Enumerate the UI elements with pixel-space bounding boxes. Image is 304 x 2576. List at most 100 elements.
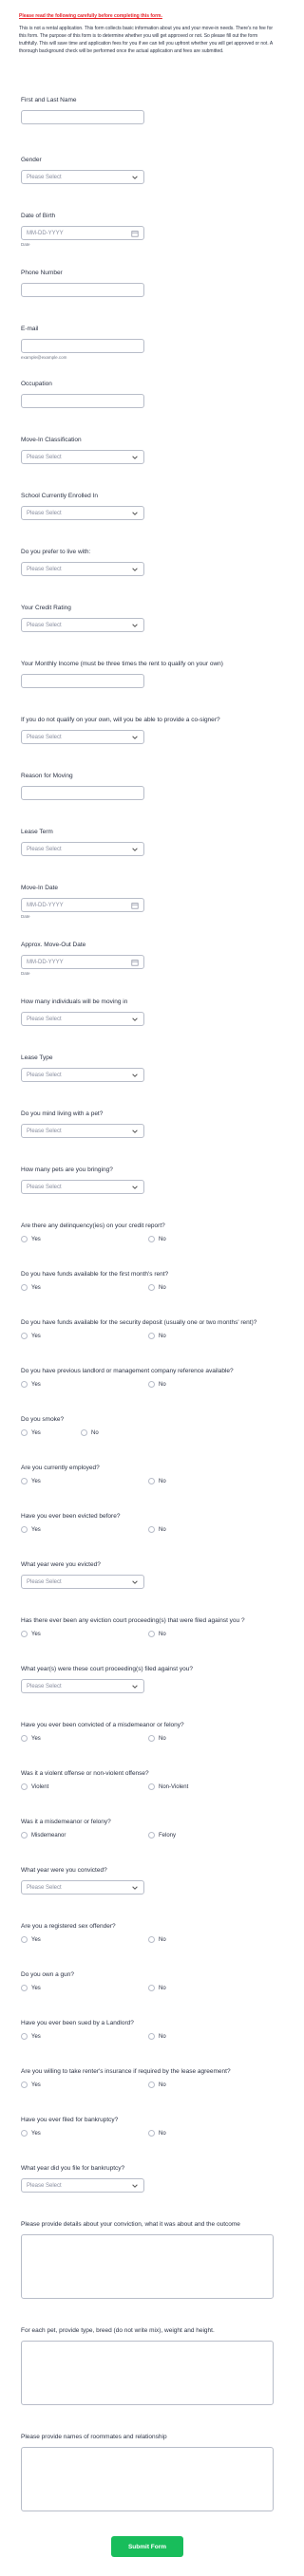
sued-yes[interactable]: Yes xyxy=(21,2033,148,2040)
email-input[interactable] xyxy=(21,339,144,353)
occupation-input[interactable] xyxy=(21,394,144,408)
radio-circle[interactable] xyxy=(148,2033,155,2040)
radio-circle[interactable] xyxy=(148,2081,155,2088)
radio-circle[interactable] xyxy=(21,1333,28,1339)
delinquency-no[interactable]: No xyxy=(148,1236,166,1242)
radio-circle[interactable] xyxy=(148,1381,155,1388)
move-in-date-input[interactable]: MM-DD-YYYY xyxy=(21,898,144,912)
gun-no[interactable]: No xyxy=(148,1985,166,1991)
radio-circle[interactable] xyxy=(148,1832,155,1839)
violent-option[interactable]: Violent xyxy=(21,1783,148,1790)
eviction-court-no[interactable]: No xyxy=(148,1631,166,1637)
radio-circle[interactable] xyxy=(148,1735,155,1742)
lease-term-select[interactable]: Please Select xyxy=(21,842,144,856)
radio-circle[interactable] xyxy=(148,1284,155,1291)
radio-circle[interactable] xyxy=(21,1936,28,1943)
income-input[interactable] xyxy=(21,674,144,688)
radio-circle[interactable] xyxy=(21,1783,28,1790)
live-with-select[interactable]: Please Select xyxy=(21,562,144,576)
occupation-label: Occupation xyxy=(21,381,52,387)
credit-select[interactable]: Please Select xyxy=(21,618,144,632)
convicted-no[interactable]: No xyxy=(148,1735,166,1742)
gun-yes[interactable]: Yes xyxy=(21,1985,148,1991)
cosigner-select[interactable]: Please Select xyxy=(21,730,144,744)
move-out-date-placeholder: MM-DD-YYYY xyxy=(27,959,64,965)
submit-button[interactable]: Submit Form xyxy=(111,2536,183,2557)
bankruptcy-yes[interactable]: Yes xyxy=(21,2130,148,2137)
reason-input[interactable] xyxy=(21,786,144,800)
radio-circle[interactable] xyxy=(21,2081,28,2088)
insurance-no[interactable]: No xyxy=(148,2081,166,2088)
radio-circle[interactable] xyxy=(21,1832,28,1839)
convicted-year-select[interactable]: Please Select xyxy=(21,1880,144,1895)
option-label: No xyxy=(159,1478,166,1484)
radio-circle[interactable] xyxy=(148,1631,155,1637)
radio-circle[interactable] xyxy=(21,1735,28,1742)
radio-circle[interactable] xyxy=(148,1936,155,1943)
pet-details-textarea[interactable] xyxy=(21,2341,274,2405)
radio-circle[interactable] xyxy=(21,2130,28,2137)
smoke-no[interactable]: No xyxy=(81,1429,99,1436)
evicted-yes[interactable]: Yes xyxy=(21,1526,148,1533)
evicted-year-select[interactable]: Please Select xyxy=(21,1575,144,1589)
option-label: Misdemeanor xyxy=(31,1832,66,1839)
radio-circle[interactable] xyxy=(148,1478,155,1484)
mind-pet-select[interactable]: Please Select xyxy=(21,1124,144,1138)
dob-input[interactable]: MM-DD-YYYY xyxy=(21,226,144,240)
gender-select[interactable]: Please Select xyxy=(21,170,144,184)
funds-deposit-no[interactable]: No xyxy=(148,1333,166,1339)
bankruptcy-no[interactable]: No xyxy=(148,2130,166,2137)
funds-deposit-yes[interactable]: Yes xyxy=(21,1333,148,1339)
evicted-no[interactable]: No xyxy=(148,1526,166,1533)
conviction-details-textarea[interactable] xyxy=(21,2234,274,2299)
name-input[interactable] xyxy=(21,110,144,124)
non-violent-option[interactable]: Non-Violent xyxy=(148,1783,188,1790)
roommates-textarea[interactable] xyxy=(21,2447,274,2511)
radio-circle[interactable] xyxy=(21,1236,28,1242)
sex-offender-yes[interactable]: Yes xyxy=(21,1936,148,1943)
funds-first-yes[interactable]: Yes xyxy=(21,1284,148,1291)
school-select[interactable]: Please Select xyxy=(21,506,144,520)
sex-offender-no[interactable]: No xyxy=(148,1936,166,1943)
calendar-icon[interactable] xyxy=(131,230,139,237)
radio-circle[interactable] xyxy=(21,1284,28,1291)
employed-no[interactable]: No xyxy=(148,1478,166,1484)
bankruptcy-year-select[interactable]: Please Select xyxy=(21,2178,144,2193)
move-in-class-select[interactable]: Please Select xyxy=(21,450,144,464)
radio-circle[interactable] xyxy=(148,1333,155,1339)
felony-option[interactable]: Felony xyxy=(148,1832,176,1839)
chevron-down-icon xyxy=(132,512,138,515)
move-out-date-input[interactable]: MM-DD-YYYY xyxy=(21,955,144,969)
landlord-ref-no[interactable]: No xyxy=(148,1381,166,1388)
pets-count-select[interactable]: Please Select xyxy=(21,1180,144,1194)
misdemeanor-option[interactable]: Misdemeanor xyxy=(21,1832,148,1839)
radio-circle[interactable] xyxy=(21,1429,28,1436)
radio-circle[interactable] xyxy=(148,1783,155,1790)
calendar-icon[interactable] xyxy=(131,959,139,966)
radio-circle[interactable] xyxy=(148,1236,155,1242)
smoke-yes[interactable]: Yes xyxy=(21,1429,81,1436)
radio-circle[interactable] xyxy=(148,1985,155,1991)
lease-type-select[interactable]: Please Select xyxy=(21,1068,144,1082)
insurance-yes[interactable]: Yes xyxy=(21,2081,148,2088)
radio-circle[interactable] xyxy=(148,1526,155,1533)
eviction-court-yes[interactable]: Yes xyxy=(21,1631,148,1637)
phone-input[interactable] xyxy=(21,283,144,297)
landlord-ref-yes[interactable]: Yes xyxy=(21,1381,148,1388)
delinquency-yes[interactable]: Yes xyxy=(21,1236,148,1242)
radio-circle[interactable] xyxy=(21,1526,28,1533)
sued-no[interactable]: No xyxy=(148,2033,166,2040)
individuals-select[interactable]: Please Select xyxy=(21,1012,144,1026)
court-years-select[interactable]: Please Select xyxy=(21,1679,144,1693)
radio-circle[interactable] xyxy=(21,1381,28,1388)
calendar-icon[interactable] xyxy=(131,902,139,909)
employed-yes[interactable]: Yes xyxy=(21,1478,148,1484)
radio-circle[interactable] xyxy=(148,2130,155,2137)
radio-circle[interactable] xyxy=(21,1631,28,1637)
radio-circle[interactable] xyxy=(21,1985,28,1991)
convicted-yes[interactable]: Yes xyxy=(21,1735,148,1742)
radio-circle[interactable] xyxy=(21,1478,28,1484)
radio-circle[interactable] xyxy=(21,2033,28,2040)
funds-first-no[interactable]: No xyxy=(148,1284,166,1291)
radio-circle[interactable] xyxy=(81,1429,87,1436)
